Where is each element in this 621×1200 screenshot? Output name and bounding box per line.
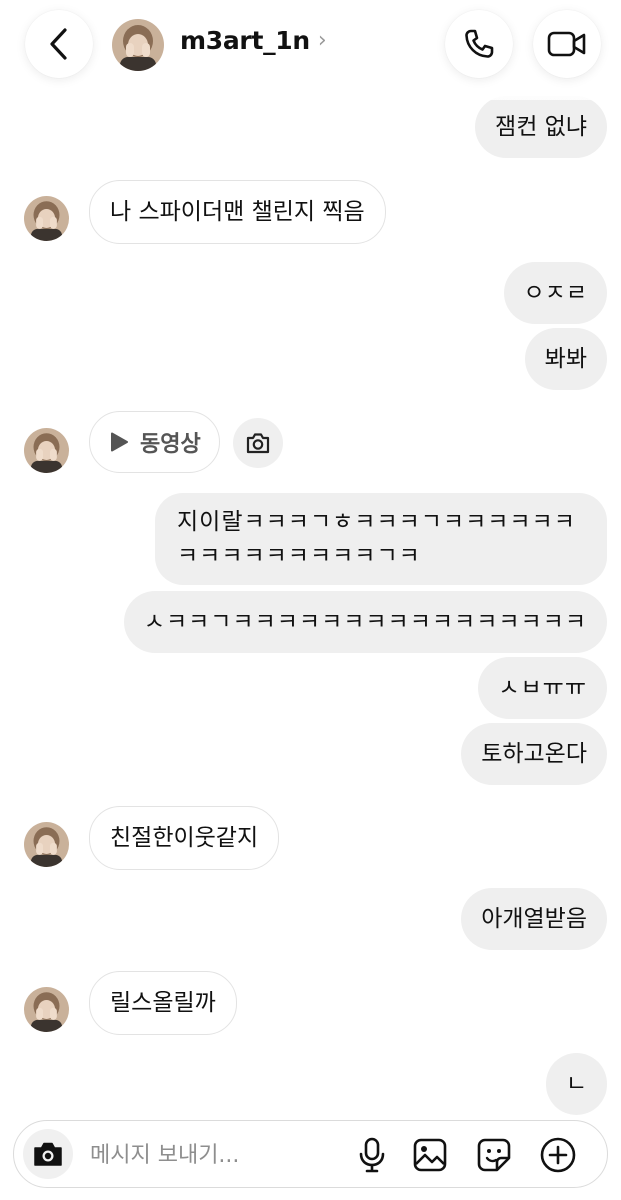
- username: m3art_1n: [180, 26, 310, 55]
- chevron-right-icon: ›: [317, 28, 327, 53]
- outgoing-message[interactable]: 봐봐: [524, 328, 607, 390]
- plus-circle-icon: [540, 1137, 576, 1173]
- outgoing-message[interactable]: ㅇㅈㄹ: [503, 262, 607, 324]
- camera-icon: [246, 433, 270, 454]
- username-link[interactable]: m3art_1n ›: [180, 26, 327, 55]
- sticker-icon: [477, 1138, 511, 1172]
- outgoing-message[interactable]: ㅅㅂㅠㅠ: [478, 657, 607, 719]
- camera-button[interactable]: [23, 1129, 73, 1179]
- message-composer: [13, 1120, 608, 1188]
- incoming-message[interactable]: 나 스파이더맨 챌린지 찍음: [89, 180, 386, 244]
- outgoing-message[interactable]: ㄴ: [545, 1053, 607, 1115]
- gallery-button[interactable]: [408, 1133, 452, 1177]
- video-message[interactable]: 동영상: [89, 411, 220, 473]
- sender-avatar[interactable]: [24, 428, 69, 473]
- outgoing-message[interactable]: 아개열받음: [461, 888, 607, 950]
- incoming-message[interactable]: 친절한이웃같지: [89, 806, 280, 870]
- back-button[interactable]: [25, 10, 93, 78]
- message-input[interactable]: [88, 1135, 332, 1175]
- outgoing-message[interactable]: ㅅㅋㅋㄱㅋㅋㅋㅋㅋㅋㅋㅋㅋㅋㅋㅋㅋㅋㅋㅋ: [123, 591, 607, 653]
- outgoing-message[interactable]: 잼컨 없냐: [475, 96, 607, 158]
- play-icon: [111, 432, 128, 452]
- sender-avatar[interactable]: [24, 822, 69, 867]
- voice-call-button[interactable]: [445, 10, 513, 78]
- camera-reply-button[interactable]: [233, 418, 283, 468]
- video-label: 동영상: [140, 432, 201, 457]
- chat-header: m3art_1n ›: [0, 0, 621, 100]
- sticker-button[interactable]: [472, 1133, 516, 1177]
- video-call-button[interactable]: [533, 10, 601, 78]
- sender-avatar[interactable]: [24, 987, 69, 1032]
- header-avatar[interactable]: [112, 19, 164, 71]
- voice-message-button[interactable]: [350, 1133, 394, 1177]
- image-icon: [413, 1138, 447, 1172]
- outgoing-message[interactable]: 토하고온다: [461, 723, 607, 785]
- more-options-button[interactable]: [536, 1133, 580, 1177]
- video-camera-icon: [547, 31, 586, 57]
- microphone-icon: [359, 1137, 385, 1173]
- chevron-left-icon: [50, 28, 67, 60]
- phone-icon: [465, 29, 494, 58]
- incoming-message[interactable]: 릴스올릴까: [89, 971, 237, 1035]
- sender-avatar[interactable]: [24, 196, 69, 241]
- camera-icon: [34, 1142, 62, 1166]
- outgoing-message[interactable]: 지이랄ㅋㅋㅋㄱㅎㅋㅋㅋㄱㅋㅋㅋㅋㅋㅋㅋㅋㅋㅋㅋㅋㅋㅋㅋㄱㅋ: [155, 493, 607, 585]
